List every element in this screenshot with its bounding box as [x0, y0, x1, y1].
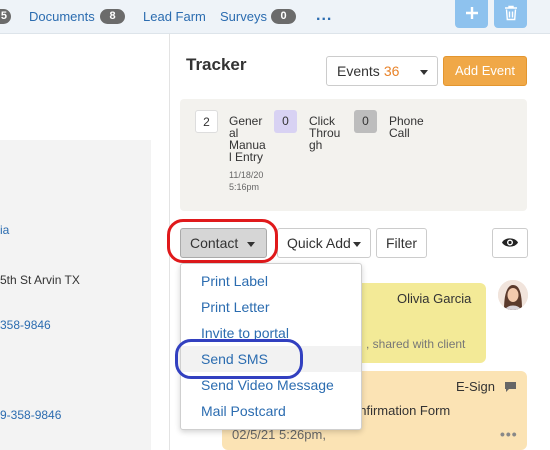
item-options-icon[interactable]: ••• — [500, 426, 518, 442]
quick-add-label: Quick Add — [287, 235, 351, 251]
filter-button[interactable]: Filter — [376, 228, 427, 258]
chevron-down-icon — [353, 242, 361, 247]
contact-info-card — [0, 140, 151, 450]
quick-add-button[interactable]: Quick Add — [277, 228, 371, 258]
nav-more-button[interactable]: ... — [316, 8, 332, 24]
contact-phone-link-2[interactable]: 9-358-9846 — [0, 408, 61, 422]
note-shared-status: , shared with client — [366, 337, 466, 351]
note-author: Olivia Garcia — [397, 291, 472, 306]
manual-entry-label-4: l Entry — [229, 150, 264, 164]
trash-icon — [504, 5, 517, 21]
tracker-summary-card: 2 Gener al Manua l Entry 11/18/20 5:16pm… — [180, 99, 527, 211]
click-through-label-3: gh — [309, 138, 323, 152]
eye-icon — [502, 238, 518, 247]
avatar — [498, 280, 528, 310]
documents-count-badge: 8 — [100, 9, 125, 24]
manual-entry-count: 2 — [195, 110, 218, 133]
nav-link-lead-farm[interactable]: Lead Farm — [143, 9, 206, 25]
click-through-count: 0 — [274, 110, 297, 133]
menu-item-mail-postcard[interactable]: Mail Postcard — [181, 398, 361, 424]
surveys-count-badge: 0 — [271, 9, 296, 24]
avatar-image — [498, 280, 528, 310]
comment-icon — [505, 382, 516, 392]
highlight-annotation-contact — [167, 219, 278, 263]
manual-entry-time: 5:16pm — [229, 182, 260, 192]
phone-call-count: 0 — [354, 110, 377, 133]
nav-link-documents[interactable]: Documents — [29, 9, 95, 25]
phone-call-label-2: Call — [389, 126, 410, 140]
menu-item-print-label[interactable]: Print Label — [181, 268, 361, 294]
highlight-annotation-send-sms — [175, 339, 303, 379]
esign-title: onfirmation Form — [352, 403, 451, 418]
menu-item-print-letter[interactable]: Print Letter — [181, 294, 361, 320]
plus-icon — [465, 7, 478, 19]
top-nav: 5 Documents 8 Lead Farm Surveys 0 ... — [0, 0, 550, 34]
nav-count-badge: 5 — [0, 9, 11, 24]
esign-label: E-Sign — [456, 379, 496, 394]
contact-phone-link[interactable]: 358-9846 — [0, 318, 51, 332]
contact-details-panel: ia 5th St Arvin TX 358-9846 9-358-9846 — [0, 34, 170, 450]
nav-link-surveys[interactable]: Surveys — [220, 9, 267, 25]
contact-name-link[interactable]: ia — [0, 223, 9, 237]
add-event-button[interactable]: Add Event — [443, 56, 527, 86]
visibility-toggle-button[interactable] — [492, 228, 528, 258]
events-label: Events — [337, 63, 380, 79]
manual-entry-date: 11/18/20 — [229, 170, 264, 180]
contact-address: 5th St Arvin TX — [0, 273, 80, 287]
chevron-down-icon — [420, 70, 428, 75]
events-filter-select[interactable]: Events 36 — [326, 56, 438, 86]
delete-button[interactable] — [494, 0, 527, 28]
events-count: 36 — [383, 63, 400, 79]
tracker-title: Tracker — [186, 55, 247, 74]
add-button[interactable] — [455, 0, 488, 28]
